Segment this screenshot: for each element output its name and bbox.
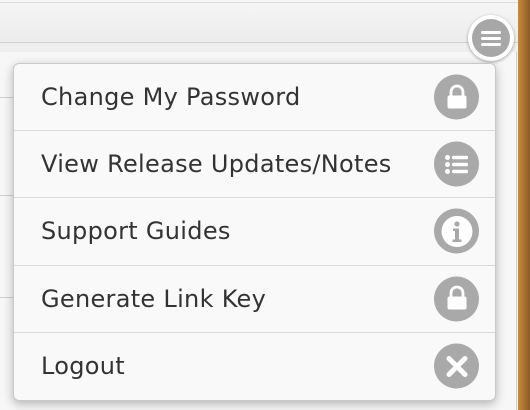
menu-item-label: Generate Link Key (41, 284, 267, 313)
hamburger-menu-icon (472, 19, 510, 57)
background-row-divider (0, 195, 14, 196)
menu-item-label: Support Guides (41, 217, 231, 246)
user-dropdown-menu: Change My Password View Release Updates/… (13, 63, 496, 401)
menu-item-change-password[interactable]: Change My Password (14, 64, 495, 132)
background-edge (518, 0, 530, 410)
menu-item-support-guides[interactable]: Support Guides (14, 198, 495, 266)
list-icon (434, 141, 479, 187)
header-divider (0, 2, 530, 3)
lock-icon (434, 74, 479, 120)
close-icon (434, 343, 479, 389)
menu-toggle-button[interactable] (468, 15, 514, 61)
menu-item-label: Change My Password (41, 83, 301, 112)
app-header (0, 0, 530, 43)
lock-icon (434, 276, 479, 322)
menu-item-label: Logout (41, 352, 125, 381)
background-row-divider (0, 297, 14, 298)
menu-item-release-notes[interactable]: View Release Updates/Notes (14, 131, 495, 199)
menu-item-generate-link-key[interactable]: Generate Link Key (14, 266, 495, 333)
menu-item-logout[interactable]: Logout (14, 333, 495, 400)
menu-item-label: View Release Updates/Notes (41, 150, 392, 179)
info-icon (434, 208, 479, 254)
background-row-divider (0, 97, 14, 98)
